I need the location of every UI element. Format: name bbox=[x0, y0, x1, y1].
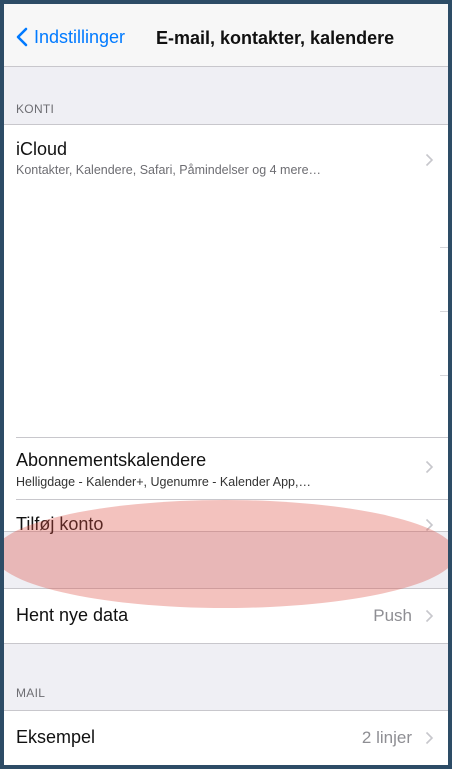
chevron-right-icon bbox=[425, 153, 434, 167]
chevron-right-icon bbox=[425, 609, 434, 623]
accounts-group: iCloud Kontakter, Kalendere, Safari, Påm… bbox=[4, 124, 448, 534]
settings-screen: Indstillinger E-mail, kontakter, kalende… bbox=[4, 4, 448, 765]
account-title: iCloud bbox=[16, 139, 68, 159]
chevron-right-icon bbox=[425, 518, 434, 532]
account-subtitle: Kontakter, Kalendere, Safari, Påmindelse… bbox=[16, 163, 322, 177]
section-header-mail: MAIL bbox=[16, 686, 46, 700]
divider bbox=[440, 311, 448, 312]
add-account-row[interactable]: Tilføj konto bbox=[4, 500, 448, 534]
account-title: Abonnementskalendere bbox=[16, 450, 207, 470]
page-title: E-mail, kontakter, kalendere bbox=[156, 28, 395, 48]
add-account-label: Tilføj konto bbox=[16, 514, 104, 534]
preview-row[interactable]: Eksempel 2 linjer bbox=[4, 711, 448, 765]
divider bbox=[440, 247, 448, 248]
chevron-left-icon bbox=[16, 27, 28, 47]
divider bbox=[440, 375, 448, 376]
account-subtitle: Helligdage - Kalender+, Ugenumre - Kalen… bbox=[16, 475, 311, 489]
fetch-value: Push bbox=[373, 606, 412, 625]
fetch-new-data-row[interactable]: Hent nye data Push bbox=[4, 589, 448, 643]
navigation-bar: Indstillinger E-mail, kontakter, kalende… bbox=[4, 4, 448, 67]
back-button[interactable]: Indstillinger bbox=[16, 24, 125, 50]
account-row-icloud[interactable]: iCloud Kontakter, Kalendere, Safari, Påm… bbox=[4, 125, 448, 435]
chevron-right-icon bbox=[425, 731, 434, 745]
preview-value: 2 linjer bbox=[361, 728, 412, 747]
fetch-title: Hent nye data bbox=[16, 605, 129, 625]
account-row-subscriptions[interactable]: Abonnementskalendere Helligdage - Kalend… bbox=[4, 438, 448, 498]
chevron-right-icon bbox=[425, 460, 434, 474]
preview-title: Eksempel bbox=[16, 727, 96, 747]
section-header-accounts: KONTI bbox=[16, 102, 55, 116]
fetch-group: Hent nye data Push bbox=[4, 588, 448, 644]
back-button-label: Indstillinger bbox=[34, 26, 126, 47]
mail-group: Eksempel 2 linjer bbox=[4, 710, 448, 765]
